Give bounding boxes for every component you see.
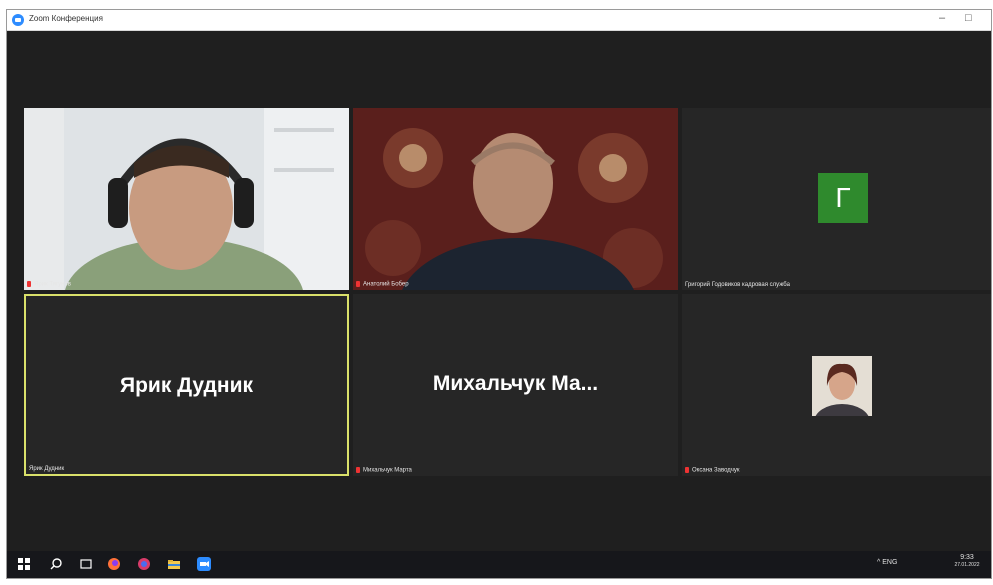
participant-tile-video[interactable]: Анатолий Бобер [353, 108, 678, 290]
zoom-window: Zoom Конференция – □ Ярик Тягунов Анатол… [6, 9, 992, 579]
firefox-icon[interactable] [107, 557, 121, 571]
zoom-icon[interactable] [197, 557, 211, 571]
mic-muted-icon [356, 467, 360, 474]
participant-name-label: Оксана Заводчук [685, 467, 740, 474]
participant-name-label: Ярик Дудник [29, 466, 65, 472]
participant-name-label: Михальчук Марта [356, 467, 412, 474]
participant-video-frame [24, 108, 349, 290]
participant-name-label: Анатолий Бобер [356, 281, 409, 288]
participant-tile-photo[interactable]: Оксана Заводчук [682, 294, 991, 476]
participant-tile-active-speaker[interactable]: Ярик Дудник Ярик Дудник [24, 294, 349, 476]
windows-start-icon[interactable] [17, 557, 31, 571]
mic-muted-icon [356, 281, 360, 288]
avatar: Г [818, 173, 868, 223]
windows-taskbar: ^ ENG 9:33 27.01.2022 [7, 551, 991, 578]
title-bar: Zoom Конференция – □ [7, 10, 991, 31]
mic-muted-icon [685, 467, 689, 474]
search-icon[interactable] [49, 557, 63, 571]
maximize-button[interactable]: □ [965, 12, 972, 24]
participant-tile-name[interactable]: Михальчук Ма... Михальчук Марта [353, 294, 678, 476]
profile-photo [812, 356, 872, 416]
participant-tile-avatar[interactable]: Г Григорий Годовиков кадровая служба [682, 108, 991, 290]
clock-time: 9:33 [960, 554, 974, 561]
participant-name-label: Григорий Годовиков кадровая служба [685, 282, 790, 288]
participant-name-label: Ярик Тягунов [27, 281, 71, 288]
task-view-icon[interactable] [79, 557, 93, 571]
zoom-app-icon [12, 14, 24, 26]
participant-video-frame [353, 108, 678, 290]
participant-display-name: Михальчук Ма... [432, 372, 599, 395]
window-title: Zoom Конференция [29, 14, 103, 23]
system-tray[interactable]: ^ ENG [877, 559, 897, 566]
file-explorer-icon[interactable] [167, 557, 181, 571]
participant-display-name: Ярик Дудник [120, 374, 253, 397]
minimize-button[interactable]: – [939, 12, 945, 24]
mic-muted-icon [27, 281, 31, 288]
clock-date: 27.01.2022 [954, 562, 980, 568]
browser-icon[interactable] [137, 557, 151, 571]
clock[interactable]: 9:33 27.01.2022 [951, 554, 983, 568]
participant-tile-video[interactable]: Ярик Тягунов [24, 108, 349, 290]
